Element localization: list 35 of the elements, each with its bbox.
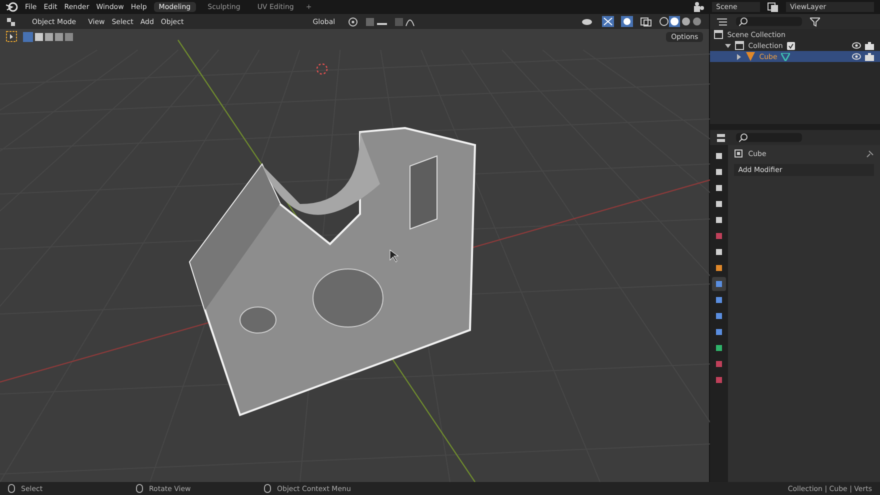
collection-icon: [735, 41, 744, 50]
properties-tab-icon[interactable]: [712, 277, 726, 291]
collection-icon: [714, 30, 724, 39]
camera-icon[interactable]: [865, 52, 874, 60]
snap-icon[interactable]: [366, 16, 388, 26]
checkbox-icon[interactable]: [786, 42, 795, 50]
eye-icon[interactable]: [852, 42, 861, 49]
object-icon: [734, 149, 744, 158]
search-icon: [739, 133, 748, 142]
display-mode-icon[interactable]: [716, 16, 728, 26]
shading-modes-icon[interactable]: [659, 16, 704, 27]
eye-icon[interactable]: [852, 53, 861, 60]
search-icon: [739, 17, 748, 26]
pivot-icon[interactable]: [347, 16, 360, 26]
view-layer-icon[interactable]: [767, 2, 779, 12]
select-tool-icon[interactable]: [6, 31, 17, 42]
pin-icon[interactable]: [866, 150, 874, 158]
scene-icon[interactable]: [693, 2, 705, 12]
mouse-icon: [8, 484, 15, 493]
mouse-icon: [136, 484, 143, 493]
3d-cursor-icon[interactable]: [316, 63, 328, 75]
search-field[interactable]: [736, 133, 802, 142]
overlay-icon[interactable]: [621, 16, 634, 27]
xray-icon[interactable]: [640, 16, 652, 26]
mesh-data-icon: [781, 52, 790, 60]
filter-icon[interactable]: [810, 16, 820, 26]
mouse-pointer-icon: [390, 249, 399, 262]
proportional-edit-icon[interactable]: [395, 16, 418, 26]
gizmo-icon[interactable]: [602, 16, 614, 27]
mouse-icon: [264, 484, 271, 493]
blender-logo-icon[interactable]: [6, 2, 18, 12]
search-field[interactable]: [736, 17, 802, 26]
camera-icon[interactable]: [865, 42, 874, 50]
selection-mode-icon[interactable]: [23, 32, 73, 42]
object-icon: [746, 52, 756, 61]
